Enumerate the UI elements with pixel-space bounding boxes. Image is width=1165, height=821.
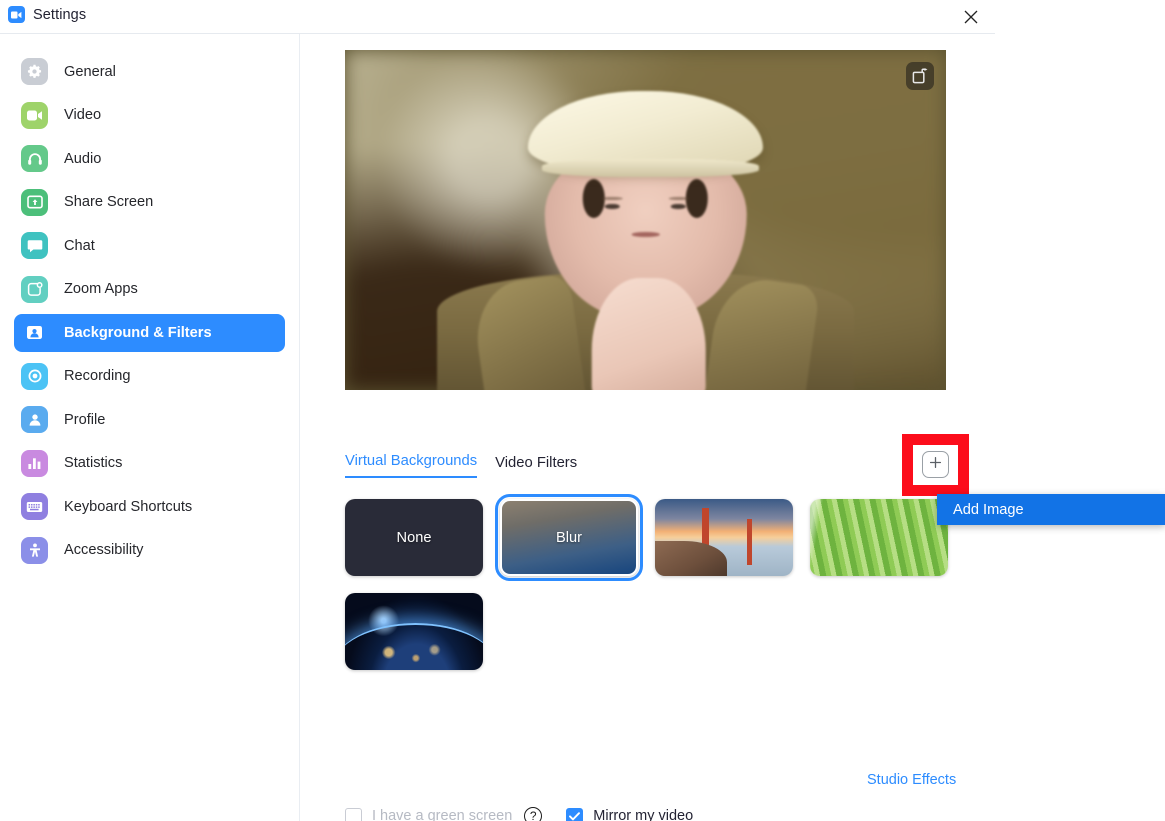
sidebar-item-label: Audio xyxy=(64,151,101,167)
video-preview-image xyxy=(345,50,946,390)
sidebar-item-label: Video xyxy=(64,107,101,123)
sidebar-item-label: Zoom Apps xyxy=(64,281,138,297)
person-icon xyxy=(21,406,48,433)
sidebar: General Video Audio Share Screen Chat xyxy=(0,34,300,821)
bar-chart-icon xyxy=(21,450,48,477)
sidebar-item-profile[interactable]: Profile xyxy=(14,401,285,439)
zoom-apps-icon xyxy=(21,276,48,303)
sidebar-item-label: Share Screen xyxy=(64,194,153,210)
question-mark-icon[interactable]: ? xyxy=(524,807,542,821)
menu-item-label: Add Image xyxy=(953,502,1024,518)
zoom-video-icon xyxy=(8,6,25,23)
background-tabs: Virtual Backgrounds Video Filters xyxy=(345,453,577,478)
thumbnail-label: None xyxy=(345,499,483,576)
checkbox-box xyxy=(566,808,583,821)
main-pane: Virtual Backgrounds Video Filters None B… xyxy=(301,34,995,821)
sidebar-item-label: Keyboard Shortcuts xyxy=(64,499,192,515)
sidebar-item-label: Recording xyxy=(64,368,131,384)
sidebar-item-label: Chat xyxy=(64,238,95,254)
tab-video-filters[interactable]: Video Filters xyxy=(495,455,577,478)
sidebar-item-background-and-filters[interactable]: Background & Filters xyxy=(14,314,285,352)
sidebar-item-share-screen[interactable]: Share Screen xyxy=(14,183,285,221)
mirror-video-label: Mirror my video xyxy=(593,808,693,821)
menu-item-add-image[interactable]: Add Image xyxy=(937,494,1165,525)
add-background-button[interactable] xyxy=(922,451,949,478)
background-thumbnail-grass[interactable] xyxy=(810,499,948,576)
add-image-context-menu: Add Image xyxy=(937,494,1165,525)
studio-effects-link[interactable]: Studio Effects xyxy=(867,772,956,788)
tab-label: Video Filters xyxy=(495,455,577,471)
sidebar-item-accessibility[interactable]: Accessibility xyxy=(14,531,285,569)
titlebar: Settings xyxy=(0,0,995,34)
titlebar-left: Settings xyxy=(8,6,86,23)
person-frame-icon xyxy=(21,319,48,346)
sidebar-item-label: Background & Filters xyxy=(64,325,212,341)
snapshot-camera-icon[interactable] xyxy=(906,62,934,90)
checkbox-box xyxy=(345,808,362,821)
background-thumbnail-bridge[interactable] xyxy=(655,499,793,576)
keyboard-icon xyxy=(21,493,48,520)
chat-bubble-icon xyxy=(21,232,48,259)
background-thumbnail-none[interactable]: None xyxy=(345,499,483,576)
headphones-icon xyxy=(21,145,48,172)
window-title: Settings xyxy=(33,7,86,23)
tab-label: Virtual Backgrounds xyxy=(345,453,477,469)
record-circle-icon xyxy=(21,363,48,390)
background-thumbnail-grid: None Blur xyxy=(345,499,985,670)
mirror-video-checkbox[interactable]: Mirror my video xyxy=(566,808,693,821)
sidebar-item-recording[interactable]: Recording xyxy=(14,357,285,395)
background-thumbnail-blur[interactable]: Blur xyxy=(500,499,638,576)
video-preview xyxy=(345,50,946,390)
video-camera-icon xyxy=(21,102,48,129)
sidebar-item-general[interactable]: General xyxy=(14,53,285,91)
sidebar-item-label: Accessibility xyxy=(64,542,143,558)
plus-icon xyxy=(929,456,942,474)
gear-icon xyxy=(21,58,48,85)
sidebar-item-chat[interactable]: Chat xyxy=(14,227,285,265)
accessibility-icon xyxy=(21,537,48,564)
sidebar-item-label: Statistics xyxy=(64,455,122,471)
background-thumbnail-earth[interactable] xyxy=(345,593,483,670)
sidebar-item-label: General xyxy=(64,64,116,80)
sidebar-item-keyboard-shortcuts[interactable]: Keyboard Shortcuts xyxy=(14,488,285,526)
close-icon[interactable] xyxy=(949,0,993,33)
sidebar-item-label: Profile xyxy=(64,412,105,428)
sidebar-item-audio[interactable]: Audio xyxy=(14,140,285,178)
green-screen-checkbox[interactable]: I have a green screen xyxy=(345,808,512,821)
green-screen-label: I have a green screen xyxy=(372,808,512,821)
settings-window: Settings General Video Audio xyxy=(0,0,1165,821)
sidebar-item-statistics[interactable]: Statistics xyxy=(14,444,285,482)
footer-controls: I have a green screen ? Mirror my video xyxy=(345,799,975,821)
thumbnail-label: Blur xyxy=(502,501,636,574)
tab-virtual-backgrounds[interactable]: Virtual Backgrounds xyxy=(345,453,477,478)
share-screen-icon xyxy=(21,189,48,216)
sidebar-item-video[interactable]: Video xyxy=(14,96,285,134)
sidebar-item-zoom-apps[interactable]: Zoom Apps xyxy=(14,270,285,308)
